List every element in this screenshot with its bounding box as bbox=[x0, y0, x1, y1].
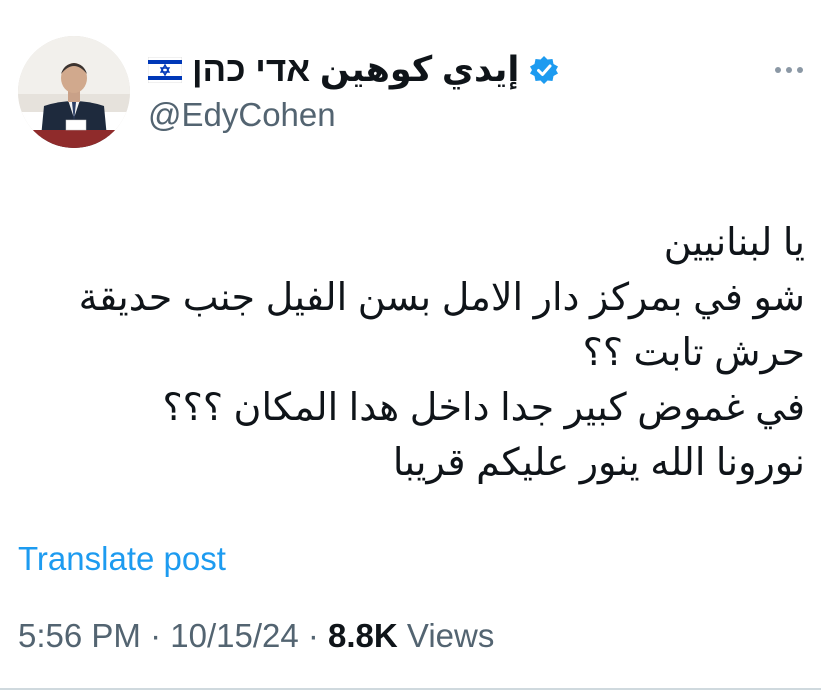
meta-separator: · bbox=[298, 617, 329, 654]
views-count[interactable]: 8.8K bbox=[328, 617, 398, 654]
views-label[interactable]: Views bbox=[398, 617, 494, 654]
tweet-time[interactable]: 5:56 PM bbox=[18, 617, 141, 654]
verified-badge-icon[interactable] bbox=[529, 55, 559, 85]
author-header: إيدي كوهين אדי כהן @EdyCohen bbox=[147, 46, 711, 136]
translate-post-link[interactable]: Translate post bbox=[18, 540, 226, 578]
tweet-line: شو في بمركز دار الامل بسن الفيل جنب حديق… bbox=[78, 277, 805, 319]
author-name-row: إيدي كوهين אדי כהן bbox=[147, 46, 711, 94]
tweet-text: يا لبنانيين شو في بمركز دار الامل بسن ال… bbox=[15, 216, 805, 491]
tweet-line: في غموض كبير جدا داخل هدا المكان ؟؟؟ bbox=[162, 387, 805, 429]
more-dots-icon bbox=[775, 67, 803, 73]
tweet-date[interactable]: 10/15/24 bbox=[170, 617, 298, 654]
tweet-line: نورونا الله ينور عليكم قريبا bbox=[392, 442, 805, 484]
israel-flag-icon bbox=[147, 56, 183, 84]
author-display-name[interactable]: إيدي كوهين אדי כהן bbox=[192, 50, 519, 90]
more-options-button[interactable] bbox=[771, 56, 807, 84]
avatar[interactable] bbox=[18, 36, 130, 148]
meta-separator: · bbox=[140, 617, 171, 654]
divider bbox=[0, 688, 821, 690]
tweet-line: حرش تابت ؟؟ bbox=[582, 332, 805, 374]
avatar-photo bbox=[18, 36, 130, 148]
author-handle[interactable]: @EdyCohen bbox=[148, 96, 711, 134]
tweet-meta: 5:56 PM · 10/15/24 · 8.8K Views bbox=[18, 617, 494, 655]
tweet-line: يا لبنانيين bbox=[663, 222, 805, 264]
